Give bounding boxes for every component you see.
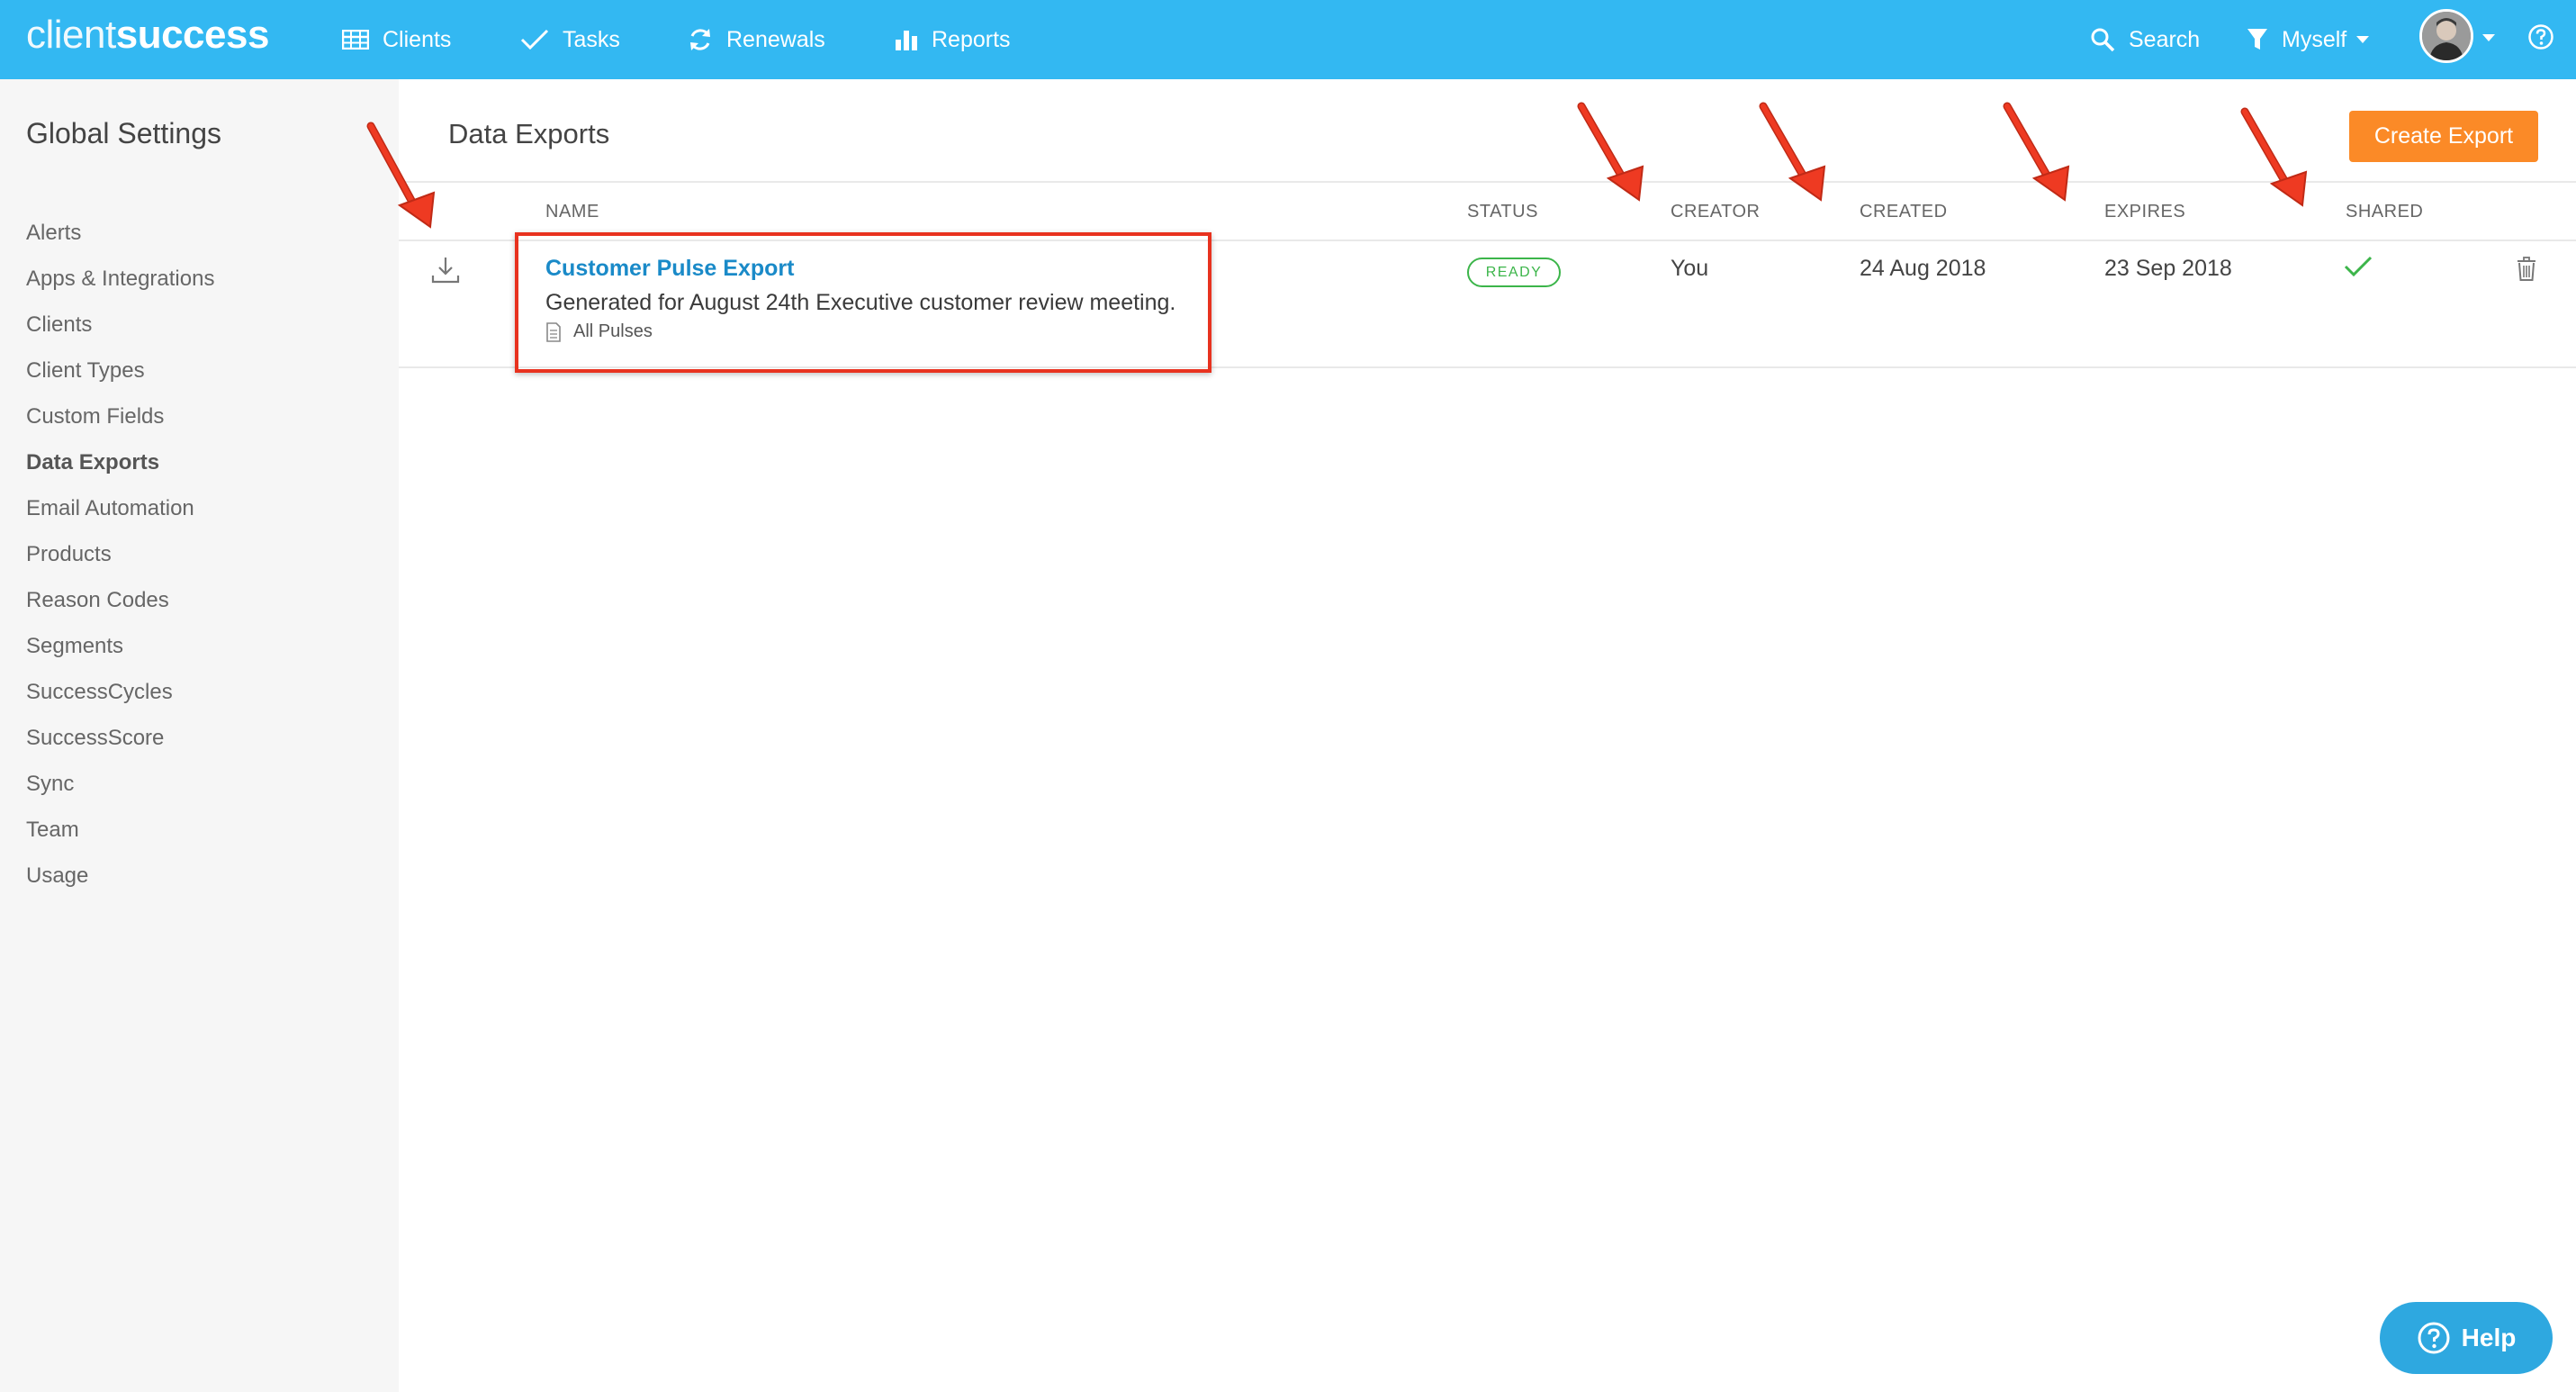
- user-avatar[interactable]: [2419, 9, 2473, 63]
- nav-label-renewals: Renewals: [726, 26, 825, 52]
- sidebar-item-clients[interactable]: Clients: [26, 312, 92, 338]
- sidebar-item-team[interactable]: Team: [26, 818, 79, 843]
- column-header-name[interactable]: NAME: [545, 202, 599, 222]
- annotation-arrow-expires: [2003, 102, 2070, 202]
- avatar-chevron-down-icon[interactable]: [2481, 33, 2496, 42]
- help-widget-button[interactable]: Help: [2380, 1302, 2553, 1374]
- check-icon: [520, 29, 549, 50]
- creator-cell: You: [1671, 256, 1709, 281]
- trash-icon[interactable]: [2517, 257, 2536, 282]
- help-label: Help: [2461, 1324, 2517, 1351]
- search-label: Search: [2129, 26, 2201, 52]
- chevron-down-icon: [2356, 36, 2370, 43]
- nav-label-clients: Clients: [383, 26, 452, 52]
- nav-item-renewals[interactable]: Renewals: [688, 0, 825, 79]
- annotation-arrow-created: [1759, 102, 1826, 202]
- refresh-icon: [690, 29, 710, 50]
- column-header-status[interactable]: STATUS: [1467, 202, 1538, 222]
- annotation-highlight-box: [515, 232, 1211, 373]
- help-question-icon: [2418, 1322, 2450, 1354]
- top-navigation-bar: clientsuccess Clients Tasks Renewals Rep…: [0, 0, 2576, 79]
- user-photo-icon: [2422, 12, 2471, 60]
- settings-sidebar: Global Settings Alerts Apps & Integratio…: [0, 79, 399, 1392]
- sidebar-item-custom-fields[interactable]: Custom Fields: [26, 404, 164, 429]
- nav-item-tasks[interactable]: Tasks: [520, 0, 620, 79]
- filter-icon: [2247, 29, 2267, 50]
- sidebar-item-sync[interactable]: Sync: [26, 772, 74, 797]
- bar-chart-icon: [896, 31, 917, 50]
- sidebar-item-successcycles[interactable]: SuccessCycles: [26, 680, 173, 705]
- column-header-shared[interactable]: SHARED: [2346, 202, 2423, 222]
- download-icon[interactable]: [430, 256, 461, 285]
- column-header-creator[interactable]: CREATOR: [1671, 202, 1760, 222]
- filter-label: Myself: [2282, 26, 2347, 52]
- create-export-button[interactable]: Create Export: [2349, 111, 2538, 162]
- annotation-arrow-shared: [2240, 107, 2308, 207]
- logo-text-client: client: [26, 13, 116, 57]
- sidebar-item-alerts[interactable]: Alerts: [26, 221, 81, 246]
- sidebar-item-apps-integrations[interactable]: Apps & Integrations: [26, 267, 214, 292]
- status-badge: READY: [1467, 258, 1561, 287]
- nav-item-clients[interactable]: Clients: [342, 0, 451, 79]
- help-circle-icon[interactable]: [2527, 23, 2554, 50]
- nav-label-tasks: Tasks: [563, 26, 620, 52]
- sidebar-title: Global Settings: [26, 117, 222, 149]
- sidebar-item-segments[interactable]: Segments: [26, 634, 123, 659]
- sidebar-item-usage[interactable]: Usage: [26, 863, 88, 889]
- page-title: Data Exports: [448, 118, 610, 149]
- search-icon: [2091, 28, 2115, 52]
- annotation-arrow-download: [366, 122, 436, 229]
- shared-check-icon: [2344, 256, 2373, 277]
- column-header-expires[interactable]: EXPIRES: [2104, 202, 2185, 222]
- column-header-created[interactable]: CREATED: [1860, 202, 1948, 222]
- created-date-cell: 24 Aug 2018: [1860, 256, 1986, 281]
- search-button[interactable]: Search: [2090, 0, 2200, 79]
- nav-label-reports: Reports: [932, 26, 1011, 52]
- sidebar-item-reason-codes[interactable]: Reason Codes: [26, 588, 169, 613]
- sidebar-item-email-automation[interactable]: Email Automation: [26, 496, 194, 521]
- nav-item-reports[interactable]: Reports: [895, 0, 1011, 79]
- logo-text-success: success: [115, 13, 270, 57]
- app-logo[interactable]: clientsuccess: [26, 13, 269, 58]
- sidebar-item-data-exports[interactable]: Data Exports: [26, 450, 159, 475]
- sidebar-item-client-types[interactable]: Client Types: [26, 358, 145, 384]
- annotation-arrow-creator: [1577, 102, 1644, 202]
- filter-dropdown[interactable]: Myself: [2247, 0, 2370, 79]
- sidebar-item-successscore[interactable]: SuccessScore: [26, 726, 164, 751]
- sidebar-item-products[interactable]: Products: [26, 542, 112, 567]
- expires-date-cell: 23 Sep 2018: [2104, 256, 2232, 281]
- table-icon: [342, 30, 369, 50]
